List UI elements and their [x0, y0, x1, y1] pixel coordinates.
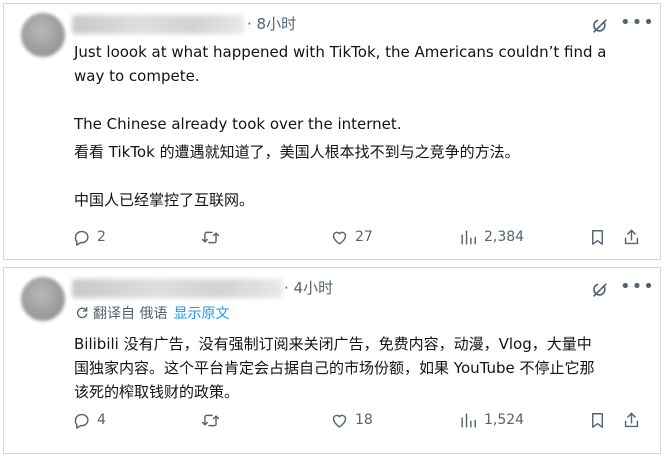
views-button[interactable]: 1,524: [459, 408, 524, 432]
reply-icon: [74, 230, 89, 246]
bookmark-button[interactable]: [588, 225, 613, 249]
like-button[interactable]: 27: [330, 225, 373, 249]
like-count: 18: [355, 412, 373, 428]
reply-icon: [74, 413, 89, 429]
post-1[interactable]: · 8小时 ••• Just loook at what happened wi…: [3, 3, 661, 260]
post-text: Bilibili 没有广告，没有强制订阅来关闭广告，免费内容，动漫，Vlog，大…: [74, 335, 595, 401]
like-count: 27: [355, 229, 373, 245]
translation-note: 翻译自 俄语 显示原文: [74, 304, 229, 324]
reply-button[interactable]: 2: [72, 225, 106, 249]
action-bar: 4 18 1,524: [4, 408, 660, 432]
bookmark-icon: [592, 229, 603, 245]
bookmark-icon: [592, 412, 603, 428]
like-button[interactable]: 18: [330, 408, 373, 432]
views-count: 1,524: [484, 412, 525, 428]
more-icon[interactable]: •••: [620, 14, 655, 32]
post-2[interactable]: · 4小时 ••• 翻译自 俄语 显示原文 Bilibili 没有广告，没有强制订…: [3, 267, 661, 454]
views-icon: [461, 412, 476, 428]
retweet-icon: [201, 414, 220, 426]
author-name-blurred[interactable]: [72, 279, 282, 298]
grok-icon[interactable]: [590, 280, 610, 300]
share-icon: [624, 412, 639, 427]
retweet-icon: [201, 231, 220, 243]
post-text-english: Just loook at what happened with TikTok,…: [74, 43, 607, 133]
retweet-button[interactable]: [201, 408, 226, 432]
views-button[interactable]: 2,384: [459, 225, 524, 249]
grok-icon[interactable]: [590, 16, 610, 36]
views-count: 2,384: [484, 229, 525, 245]
show-original-link[interactable]: 显示原文: [173, 306, 229, 322]
share-button[interactable]: [622, 225, 647, 249]
reply-count: 2: [97, 229, 106, 245]
post-time[interactable]: · 4小时: [284, 279, 333, 298]
action-bar: 2 27 2,384: [4, 225, 660, 249]
bookmark-button[interactable]: [588, 408, 613, 432]
post-time[interactable]: · 8小时: [247, 15, 296, 34]
more-icon[interactable]: •••: [620, 278, 655, 296]
translated-from-label: 翻译自 俄语: [93, 306, 168, 322]
views-icon: [461, 229, 476, 245]
share-button[interactable]: [622, 408, 647, 432]
author-name-blurred[interactable]: [72, 15, 244, 34]
post-text-chinese: 看看 TikTok 的遭遇就知道了，美国人根本找不到与之竞争的方法。 中国人已经…: [74, 143, 520, 209]
retweet-button[interactable]: [201, 225, 226, 249]
reply-button[interactable]: 4: [72, 408, 106, 432]
translate-icon: [76, 307, 88, 319]
avatar[interactable]: [21, 277, 65, 321]
like-icon: [332, 414, 347, 428]
reply-count: 4: [97, 412, 106, 428]
avatar[interactable]: [21, 13, 65, 57]
like-icon: [332, 231, 347, 245]
share-icon: [624, 229, 639, 244]
